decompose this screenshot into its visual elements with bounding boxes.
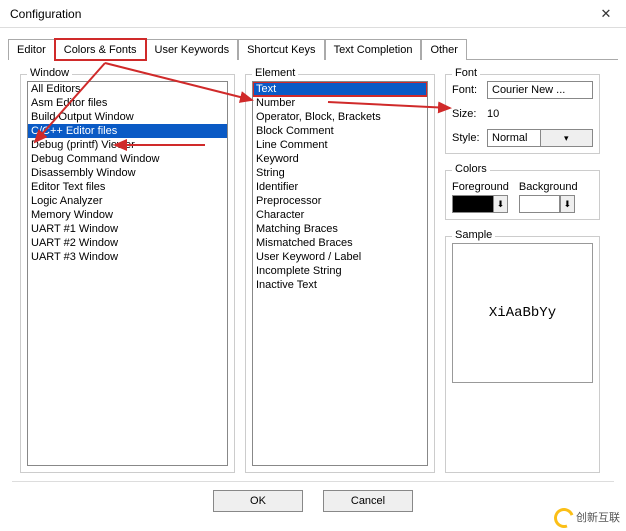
list-item[interactable]: Debug (printf) Viewer: [28, 138, 227, 152]
list-item-selected[interactable]: Text: [253, 82, 427, 96]
list-item[interactable]: Memory Window: [28, 208, 227, 222]
element-listbox[interactable]: Text Number Operator, Block, Brackets Bl…: [252, 81, 428, 466]
tab-user-keywords[interactable]: User Keywords: [146, 39, 239, 60]
watermark-logo-icon: [554, 508, 572, 526]
button-row: OK Cancel: [12, 481, 614, 520]
list-item[interactable]: Editor Text files: [28, 180, 227, 194]
element-legend: Element: [252, 67, 298, 79]
tab-other[interactable]: Other: [421, 39, 467, 60]
font-picker[interactable]: Courier New ...: [487, 81, 593, 99]
watermark-text: 创新互联: [576, 509, 620, 525]
background-chip: [520, 196, 560, 212]
close-button[interactable]: [586, 0, 626, 28]
element-fieldset: Element Text Number Operator, Block, Bra…: [245, 74, 435, 473]
list-item[interactable]: Number: [253, 96, 427, 110]
watermark: 创新互联: [548, 504, 626, 530]
list-item[interactable]: Preprocessor: [253, 194, 427, 208]
window-fieldset: Window All Editors Asm Editor files Buil…: [20, 74, 235, 473]
list-item[interactable]: Character: [253, 208, 427, 222]
list-item[interactable]: UART #3 Window: [28, 250, 227, 264]
list-item[interactable]: Operator, Block, Brackets: [253, 110, 427, 124]
tab-content: Window All Editors Asm Editor files Buil…: [0, 60, 626, 473]
list-item[interactable]: UART #1 Window: [28, 222, 227, 236]
style-label: Style:: [452, 132, 487, 144]
tab-shortcut-keys[interactable]: Shortcut Keys: [238, 39, 324, 60]
list-item[interactable]: Mismatched Braces: [253, 236, 427, 250]
list-item[interactable]: Block Comment: [253, 124, 427, 138]
tab-colors-fonts[interactable]: Colors & Fonts: [55, 39, 146, 60]
foreground-chip: [453, 196, 493, 212]
list-item[interactable]: All Editors: [28, 82, 227, 96]
font-fieldset: Font Font: Courier New ... Size: 10 Styl…: [445, 74, 600, 154]
list-item[interactable]: String: [253, 166, 427, 180]
list-item[interactable]: Line Comment: [253, 138, 427, 152]
colors-fieldset: Colors Foreground ⬇ Background ⬇: [445, 170, 600, 220]
window-legend: Window: [27, 67, 72, 79]
ok-button[interactable]: OK: [213, 490, 303, 512]
list-item[interactable]: Keyword: [253, 152, 427, 166]
list-item[interactable]: Logic Analyzer: [28, 194, 227, 208]
style-value: Normal: [488, 130, 540, 146]
sample-preview: XiAaBbYy: [452, 243, 593, 383]
foreground-label: Foreground: [452, 181, 509, 193]
background-label: Background: [519, 181, 578, 193]
colors-legend: Colors: [452, 163, 490, 175]
background-swatch[interactable]: ⬇: [519, 195, 575, 213]
tab-strip: Editor Colors & Fonts User Keywords Shor…: [8, 38, 618, 60]
list-item[interactable]: Matching Braces: [253, 222, 427, 236]
window-listbox[interactable]: All Editors Asm Editor files Build Outpu…: [27, 81, 228, 466]
chevron-down-icon[interactable]: ⬇: [493, 196, 507, 212]
font-legend: Font: [452, 67, 480, 79]
chevron-down-icon[interactable]: [540, 130, 593, 146]
foreground-swatch[interactable]: ⬇: [452, 195, 508, 213]
size-label: Size:: [452, 108, 487, 120]
list-item[interactable]: Build Output Window: [28, 110, 227, 124]
list-item-selected[interactable]: C/C++ Editor files: [28, 124, 227, 138]
list-item[interactable]: Debug Command Window: [28, 152, 227, 166]
list-item[interactable]: Asm Editor files: [28, 96, 227, 110]
window-title: Configuration: [10, 7, 81, 21]
sample-legend: Sample: [452, 229, 495, 241]
tab-text-completion[interactable]: Text Completion: [325, 39, 422, 60]
cancel-button[interactable]: Cancel: [323, 490, 413, 512]
sample-fieldset: Sample XiAaBbYy: [445, 236, 600, 473]
font-label: Font:: [452, 84, 487, 96]
list-item[interactable]: Incomplete String: [253, 264, 427, 278]
list-item[interactable]: Inactive Text: [253, 278, 427, 292]
list-item[interactable]: User Keyword / Label: [253, 250, 427, 264]
list-item[interactable]: Disassembly Window: [28, 166, 227, 180]
list-item[interactable]: Identifier: [253, 180, 427, 194]
list-item[interactable]: UART #2 Window: [28, 236, 227, 250]
style-select[interactable]: Normal: [487, 129, 593, 147]
chevron-down-icon[interactable]: ⬇: [560, 196, 574, 212]
size-value: 10: [487, 106, 593, 122]
tab-editor[interactable]: Editor: [8, 39, 55, 60]
titlebar: Configuration: [0, 0, 626, 28]
